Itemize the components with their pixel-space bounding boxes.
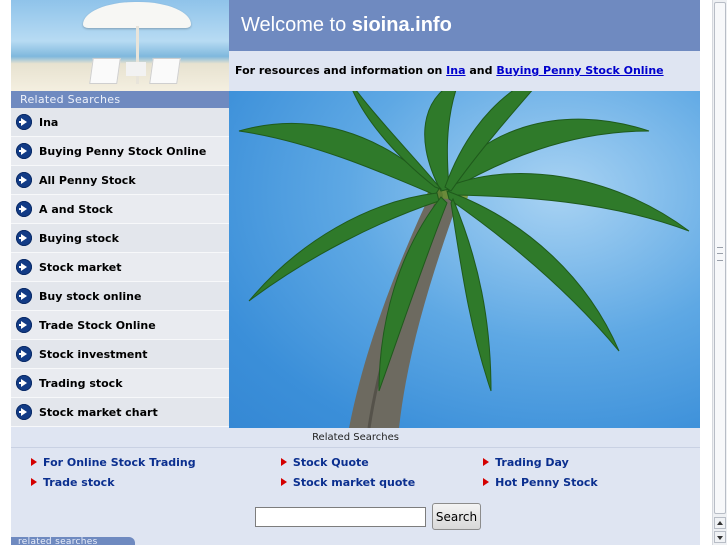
red-triangle-icon: [483, 458, 490, 466]
scrollbar-thumb[interactable]: [714, 2, 726, 514]
palm-fronds: [238, 91, 690, 392]
sidebar-item-label: Stock investment: [39, 347, 148, 361]
related-link-label: For Online Stock Trading: [43, 455, 196, 469]
arrow-right-circle-icon: [16, 404, 32, 420]
red-triangle-icon: [31, 478, 37, 486]
sidebar-item-label: Trading stock: [39, 376, 123, 390]
beach-image: [11, 0, 229, 91]
site-name: sioina.info: [351, 14, 452, 36]
sidebar-item-label: Ina: [39, 115, 59, 129]
red-triangle-icon: [280, 478, 287, 486]
related-link-label: Hot Penny Stock: [495, 475, 598, 489]
related-link-label: Trade stock: [43, 475, 115, 489]
scroll-down-arrow-icon[interactable]: [714, 531, 726, 543]
sidebar-item-label: Trade Stock Online: [39, 318, 156, 332]
sidebar-item-label: Buy stock online: [39, 289, 142, 303]
sidebar-item-trading-stock[interactable]: Trading stock: [11, 369, 229, 398]
resources-and: and: [465, 64, 497, 77]
sidebar-item-label: Buying stock: [39, 231, 119, 245]
sidebar-header: Related Searches: [11, 91, 229, 108]
sidebar-item-label: All Penny Stock: [39, 173, 136, 187]
sidebar-item-a-and-stock[interactable]: A and Stock: [11, 195, 229, 224]
arrow-right-circle-icon: [16, 172, 32, 188]
related-link-stock-quote[interactable]: Stock Quote: [237, 452, 481, 472]
related-link-label: Trading Day: [495, 455, 569, 469]
related-searches-grid: For Online Stock Trading Stock Quote Tra…: [29, 452, 689, 492]
red-triangle-icon: [280, 458, 287, 466]
arrow-right-circle-icon: [16, 143, 32, 159]
arrow-right-circle-icon: [16, 346, 32, 362]
sidebar-item-buy-stock-online[interactable]: Buy stock online: [11, 282, 229, 311]
page-container: Related Searches Ina Buying Penny Stock …: [11, 0, 700, 545]
welcome-prefix: Welcome to: [241, 14, 352, 36]
related-link-label: Stock market quote: [292, 475, 416, 489]
sidebar-item-stock-market-chart[interactable]: Stock market chart: [11, 398, 229, 427]
palm-tree-illustration: [238, 91, 690, 428]
resources-prefix: For resources and information on: [235, 64, 447, 77]
beach-chair: [89, 58, 121, 84]
related-link-trade-stock[interactable]: Trade stock: [29, 472, 237, 492]
resources-link-buying-penny-stock-online[interactable]: Buying Penny Stock Online: [496, 64, 663, 77]
welcome-banner: Welcome to sioina.info: [229, 0, 700, 51]
sidebar-item-buying-penny-stock-online[interactable]: Buying Penny Stock Online: [11, 137, 229, 166]
search-button[interactable]: Search: [432, 503, 481, 530]
related-link-label: Stock Quote: [292, 455, 369, 469]
red-triangle-icon: [483, 478, 490, 486]
arrow-right-circle-icon: [16, 288, 32, 304]
sidebar-item-label: A and Stock: [39, 202, 113, 216]
arrow-right-circle-icon: [16, 317, 32, 333]
sidebar-item-stock-investment[interactable]: Stock investment: [11, 340, 229, 369]
beach-chair: [149, 58, 181, 84]
related-link-stock-market-quote[interactable]: Stock market quote: [237, 472, 481, 492]
palm-tree-image: [229, 91, 700, 428]
resources-link-ina[interactable]: Ina: [446, 64, 465, 77]
arrow-right-circle-icon: [16, 230, 32, 246]
search-input[interactable]: [255, 507, 426, 527]
sidebar-item-trade-stock-online[interactable]: Trade Stock Online: [11, 311, 229, 340]
sidebar-item-ina[interactable]: Ina: [11, 108, 229, 137]
arrow-right-circle-icon: [16, 201, 32, 217]
beach-table: [126, 62, 146, 76]
scroll-up-arrow-icon[interactable]: [714, 517, 726, 529]
red-triangle-icon: [31, 458, 37, 466]
resources-line: For resources and information on Ina and…: [229, 51, 700, 91]
sidebar-item-stock-market[interactable]: Stock market: [11, 253, 229, 282]
sidebar-item-all-penny-stock[interactable]: All Penny Stock: [11, 166, 229, 195]
sidebar-item-label: Stock market chart: [39, 405, 158, 419]
related-row: Trade stock Stock market quote Hot Penny…: [29, 472, 689, 492]
sidebar-item-label: Stock market: [39, 260, 122, 274]
sidebar-item-label: Buying Penny Stock Online: [39, 144, 207, 158]
related-link-for-online-stock-trading[interactable]: For Online Stock Trading: [29, 452, 237, 472]
vertical-scrollbar[interactable]: [712, 0, 727, 545]
sidebar-item-buying-stock[interactable]: Buying stock: [11, 224, 229, 253]
arrow-right-circle-icon: [16, 259, 32, 275]
arrow-right-circle-icon: [16, 375, 32, 391]
arrow-right-circle-icon: [16, 114, 32, 130]
footer-related-searches-tab[interactable]: related searches: [11, 537, 135, 545]
related-row: For Online Stock Trading Stock Quote Tra…: [29, 452, 689, 472]
umbrella-shape: [83, 2, 191, 28]
sidebar-list: Ina Buying Penny Stock Online All Penny …: [11, 108, 229, 427]
related-searches-title: Related Searches: [11, 428, 700, 448]
related-link-trading-day[interactable]: Trading Day: [481, 452, 689, 472]
related-link-hot-penny-stock[interactable]: Hot Penny Stock: [481, 472, 689, 492]
scrollbar-grip-icon: [717, 247, 723, 261]
